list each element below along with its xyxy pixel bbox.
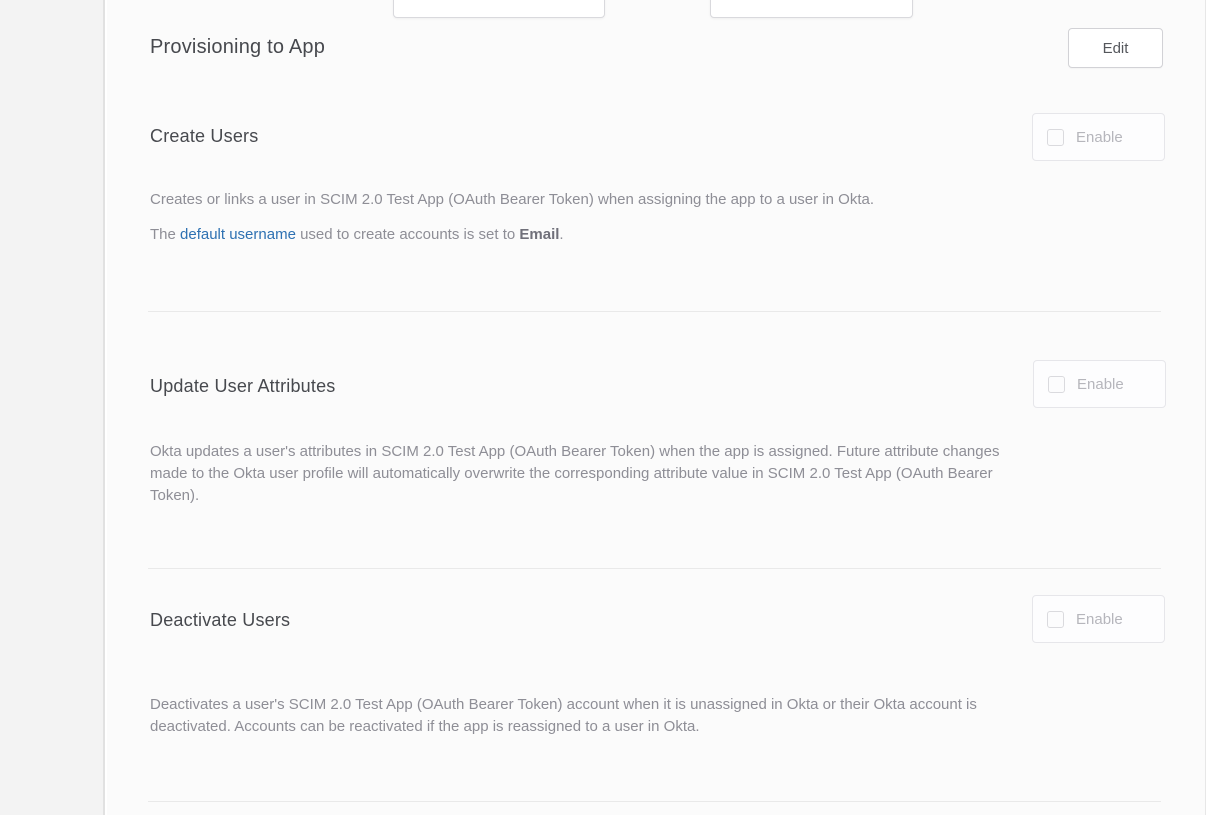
app-window: Provisioning to App Edit Create Users En… bbox=[0, 0, 1212, 815]
enable-toggle-label: Enable bbox=[1077, 376, 1124, 393]
truncated-input-1[interactable] bbox=[393, 0, 605, 18]
deactivate-users-description: Deactivates a user's SCIM 2.0 Test App (… bbox=[150, 694, 1160, 738]
username-sentence-suffix: . bbox=[559, 226, 563, 243]
deactivate-users-enable-toggle[interactable]: Enable bbox=[1032, 595, 1165, 643]
edit-button[interactable]: Edit bbox=[1068, 28, 1163, 68]
enable-toggle-label: Enable bbox=[1076, 611, 1123, 628]
default-username-link[interactable]: default username bbox=[180, 226, 296, 243]
create-users-title: Create Users bbox=[150, 126, 258, 147]
deactivate-users-title: Deactivate Users bbox=[150, 610, 290, 631]
section-divider bbox=[148, 568, 1161, 569]
deactivate-users-enable-checkbox[interactable] bbox=[1047, 611, 1064, 628]
create-users-enable-checkbox[interactable] bbox=[1047, 129, 1064, 146]
truncated-input-2[interactable] bbox=[710, 0, 913, 18]
username-value: Email bbox=[519, 226, 559, 243]
username-sentence-middle: used to create accounts is set to bbox=[296, 226, 519, 243]
left-sidebar bbox=[0, 0, 105, 815]
section-divider bbox=[148, 801, 1161, 802]
update-user-attributes-enable-checkbox[interactable] bbox=[1048, 376, 1065, 393]
page-title: Provisioning to App bbox=[150, 36, 325, 59]
username-sentence-prefix: The bbox=[150, 226, 180, 243]
update-user-attributes-title: Update User Attributes bbox=[150, 376, 336, 397]
create-users-description: Creates or links a user in SCIM 2.0 Test… bbox=[150, 189, 1160, 211]
section-divider bbox=[148, 311, 1161, 312]
create-users-enable-toggle[interactable]: Enable bbox=[1032, 113, 1165, 161]
default-username-sentence: The default username used to create acco… bbox=[150, 224, 1160, 246]
provisioning-settings-panel: Provisioning to App Edit Create Users En… bbox=[107, 0, 1206, 815]
enable-toggle-label: Enable bbox=[1076, 129, 1123, 146]
update-user-attributes-description: Okta updates a user's attributes in SCIM… bbox=[150, 441, 1160, 507]
update-user-attributes-enable-toggle[interactable]: Enable bbox=[1033, 360, 1166, 408]
